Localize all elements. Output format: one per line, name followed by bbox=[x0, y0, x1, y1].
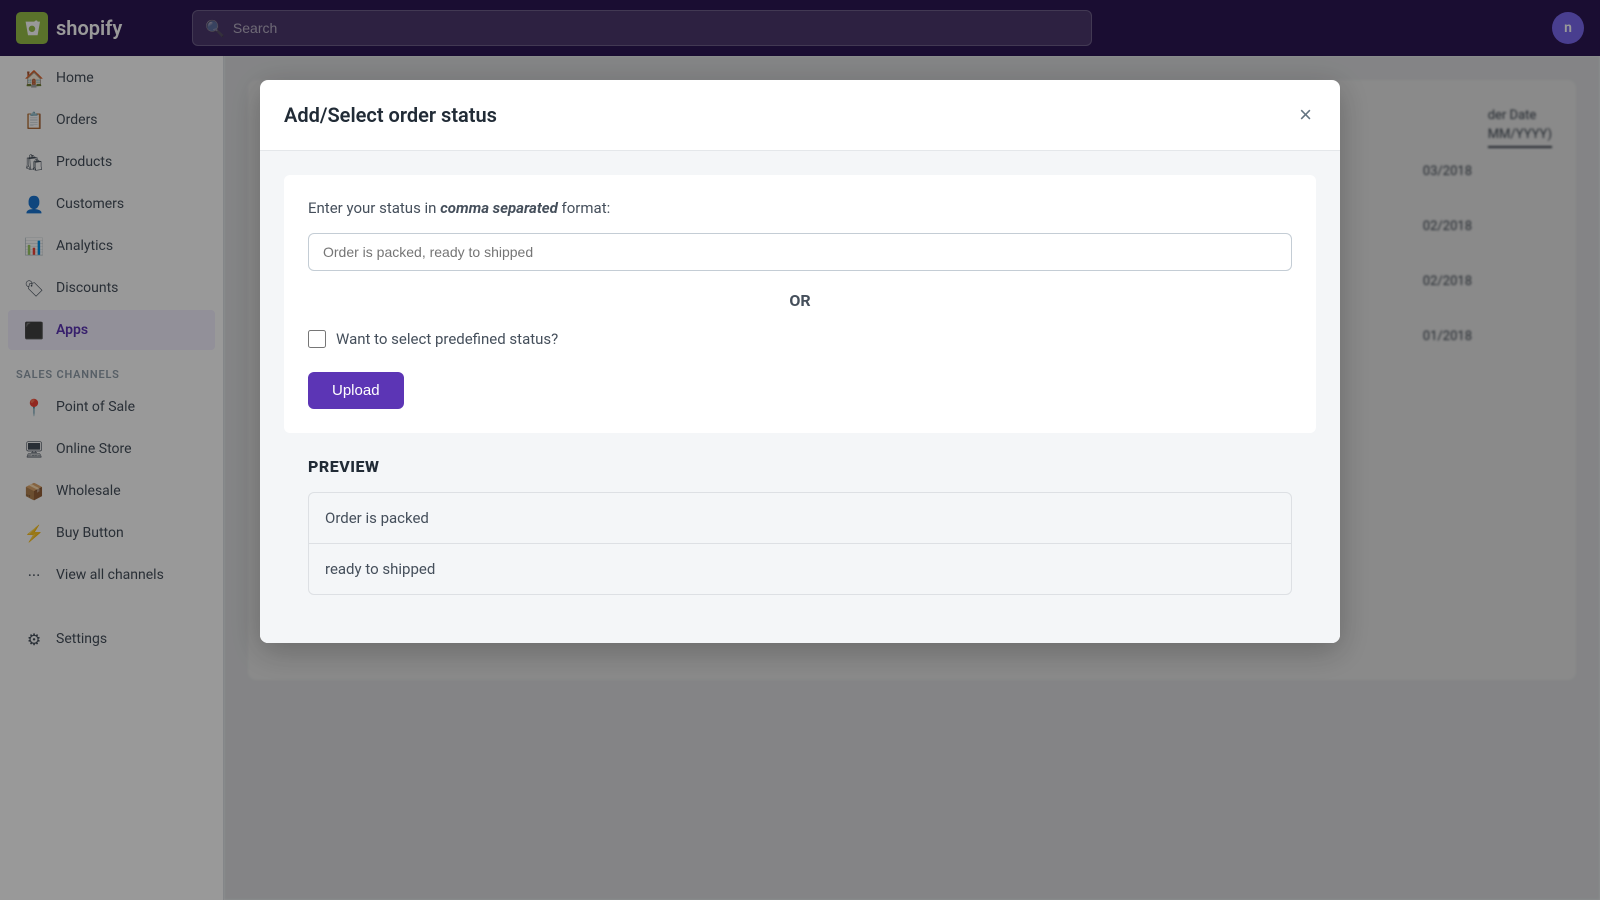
modal-close-button[interactable]: × bbox=[1295, 100, 1316, 130]
modal-header: Add/Select order status × bbox=[260, 80, 1340, 151]
preview-item-1: Order is packed bbox=[325, 509, 429, 527]
modal-overlay: Add/Select order status × Enter your sta… bbox=[0, 0, 1600, 900]
preview-title: PREVIEW bbox=[308, 457, 1292, 476]
modal-title: Add/Select order status bbox=[284, 103, 497, 127]
status-instruction: Enter your status in comma separated for… bbox=[308, 199, 1292, 217]
instruction-prefix: Enter your status in bbox=[308, 199, 440, 217]
predefined-status-checkbox[interactable] bbox=[308, 330, 326, 348]
modal-dialog: Add/Select order status × Enter your sta… bbox=[260, 80, 1340, 643]
upload-button[interactable]: Upload bbox=[308, 372, 404, 409]
preview-row-2: ready to shipped bbox=[309, 544, 1291, 594]
modal-body: Enter your status in comma separated for… bbox=[260, 151, 1340, 643]
instruction-suffix: format: bbox=[558, 199, 610, 217]
preview-table: Order is packed ready to shipped bbox=[308, 492, 1292, 595]
predefined-status-label: Want to select predefined status? bbox=[336, 330, 558, 348]
preview-row-1: Order is packed bbox=[309, 493, 1291, 544]
status-text-input[interactable] bbox=[308, 233, 1292, 271]
instruction-bold: comma separated bbox=[440, 199, 558, 217]
preview-section: PREVIEW Order is packed ready to shipped bbox=[284, 433, 1316, 619]
preview-item-2: ready to shipped bbox=[325, 560, 435, 578]
predefined-status-row: Want to select predefined status? bbox=[308, 330, 1292, 348]
or-divider: OR bbox=[308, 291, 1292, 310]
modal-input-section: Enter your status in comma separated for… bbox=[284, 175, 1316, 433]
